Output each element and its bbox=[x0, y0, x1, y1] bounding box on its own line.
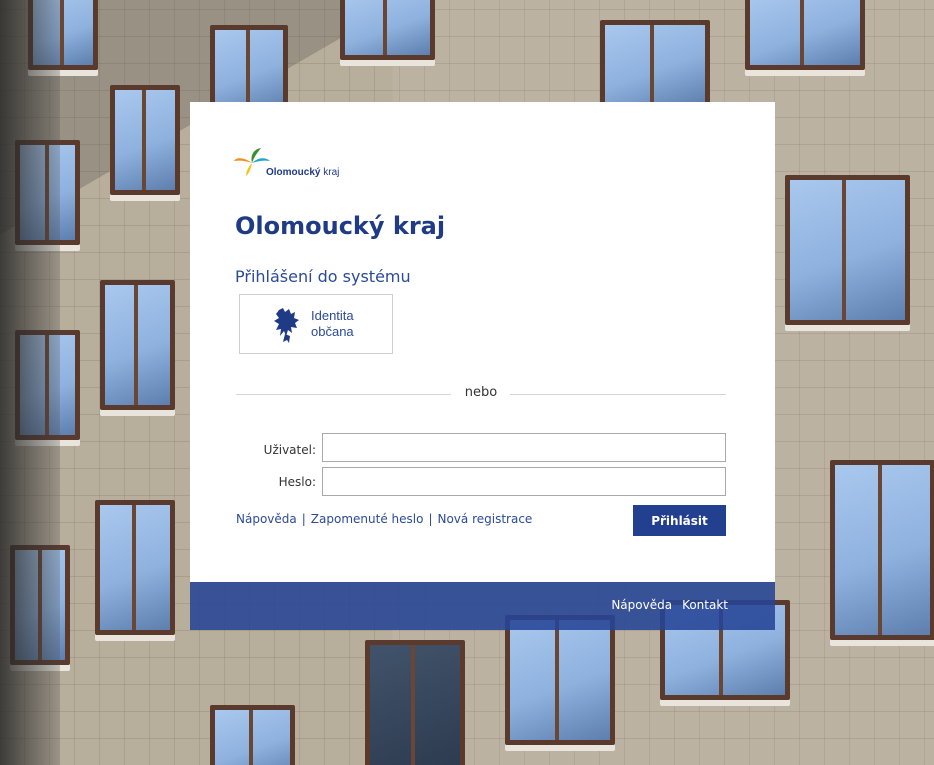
link-separator: | bbox=[301, 512, 306, 526]
facade-window bbox=[10, 545, 70, 665]
or-separator: nebo bbox=[464, 385, 498, 400]
login-panel: Olomoucký kraj Olomoucký kraj Přihlášení… bbox=[190, 102, 775, 582]
login-button[interactable]: Přihlásit bbox=[633, 505, 726, 536]
facade-window bbox=[600, 20, 710, 110]
help-links: Nápověda | Zapomenuté heslo | Nová registrac… bbox=[236, 512, 532, 526]
panel-footer: Nápověda Kontakt bbox=[190, 582, 775, 630]
facade-window bbox=[100, 280, 175, 410]
identity-citizen-button[interactable]: Identita občana bbox=[239, 294, 393, 354]
password-label: Heslo: bbox=[278, 475, 316, 489]
brand-logo: Olomoucký kraj bbox=[234, 147, 384, 183]
facade-window bbox=[15, 140, 80, 245]
footer-links: Nápověda Kontakt bbox=[601, 598, 728, 612]
identity-label-line1: Identita bbox=[311, 308, 354, 323]
facade-window bbox=[95, 500, 175, 635]
link-separator: | bbox=[428, 512, 433, 526]
facade-window bbox=[210, 705, 295, 765]
username-input[interactable] bbox=[322, 433, 726, 462]
facade-window bbox=[110, 85, 180, 195]
username-label: Uživatel: bbox=[263, 443, 316, 457]
page-title: Olomoucký kraj bbox=[235, 212, 446, 240]
help-link[interactable]: Nápověda bbox=[236, 512, 297, 526]
page-subtitle: Přihlášení do systému bbox=[235, 267, 411, 286]
facade-window bbox=[365, 640, 465, 765]
divider-line bbox=[510, 394, 726, 395]
facade-window bbox=[830, 460, 934, 640]
facade-window bbox=[28, 0, 98, 70]
password-input[interactable] bbox=[322, 467, 726, 496]
facade-window bbox=[505, 615, 615, 745]
footer-contact-link[interactable]: Kontakt bbox=[682, 598, 728, 612]
facade-window bbox=[340, 0, 435, 60]
footer-help-link[interactable]: Nápověda bbox=[611, 598, 672, 612]
facade-window bbox=[745, 0, 865, 70]
identity-button-label: Identita občana bbox=[311, 308, 391, 340]
identity-label-line2: občana bbox=[311, 324, 354, 339]
forgot-password-link[interactable]: Zapomenuté heslo bbox=[311, 512, 424, 526]
facade-window bbox=[785, 175, 910, 325]
new-registration-link[interactable]: Nová registrace bbox=[437, 512, 532, 526]
logo-wordmark: Olomoucký kraj bbox=[266, 167, 340, 178]
lion-emblem-icon bbox=[274, 308, 299, 343]
facade-window bbox=[15, 330, 80, 440]
divider-line bbox=[236, 394, 451, 395]
